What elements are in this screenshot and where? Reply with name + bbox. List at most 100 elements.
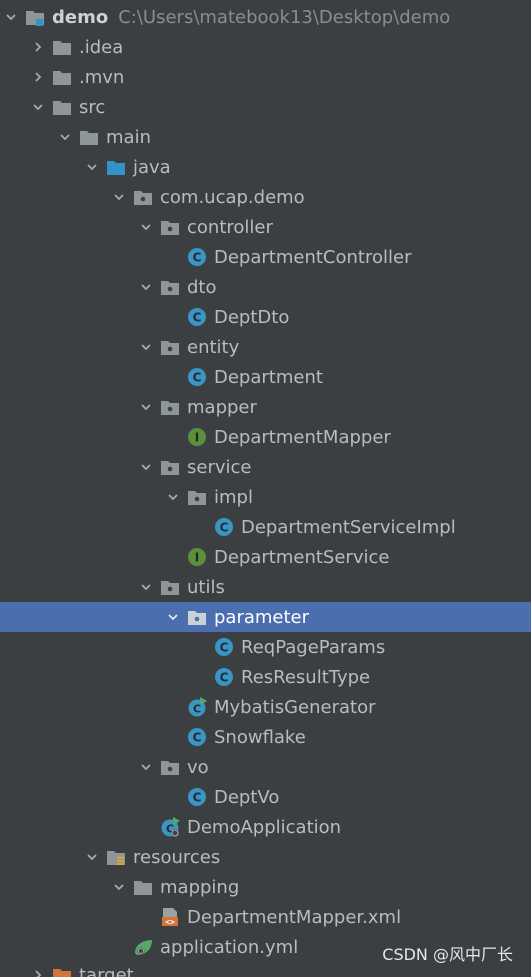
- svg-text:C: C: [193, 251, 202, 265]
- tree-label: DepartmentService: [214, 546, 390, 568]
- chevron-down-icon[interactable]: [137, 752, 155, 782]
- tree-label: main: [106, 126, 151, 148]
- tree-row-req-page-params[interactable]: C ReqPageParams: [0, 632, 531, 662]
- chevron-down-icon[interactable]: [110, 182, 128, 212]
- class-icon: C: [213, 516, 235, 538]
- chevron-down-icon[interactable]: [29, 92, 47, 122]
- xml-file-icon: <>: [159, 906, 181, 928]
- tree-row-parameter[interactable]: parameter: [0, 602, 531, 632]
- tree-row-main[interactable]: main: [0, 122, 531, 152]
- tree-row-mapper[interactable]: mapper: [0, 392, 531, 422]
- svg-text:<>: <>: [165, 918, 175, 927]
- svg-text:I: I: [195, 551, 199, 565]
- tree-row-java[interactable]: java: [0, 152, 531, 182]
- tree-row-mapping[interactable]: mapping: [0, 872, 531, 902]
- tree-label: ReqPageParams: [241, 636, 386, 658]
- tree-label: DemoApplication: [187, 816, 342, 838]
- tree-row-utils[interactable]: utils: [0, 572, 531, 602]
- spring-boot-application-icon: C: [159, 816, 181, 838]
- tree-label: mapper: [187, 396, 257, 418]
- tree-row-resources[interactable]: resources: [0, 842, 531, 872]
- chevron-down-icon[interactable]: [164, 482, 182, 512]
- source-folder-icon: [105, 156, 127, 178]
- tree-row-impl[interactable]: impl: [0, 482, 531, 512]
- folder-icon: [132, 876, 154, 898]
- package-icon: [132, 186, 154, 208]
- tree-label: Snowflake: [214, 726, 306, 748]
- tree-label: DepartmentServiceImpl: [241, 516, 456, 538]
- tree-row-department-controller[interactable]: C DepartmentController: [0, 242, 531, 272]
- tree-label: utils: [187, 576, 225, 598]
- tree-row-deptvo[interactable]: C DeptVo: [0, 782, 531, 812]
- package-icon: [159, 276, 181, 298]
- chevron-down-icon[interactable]: [137, 452, 155, 482]
- tree-row-department-mapper-xml[interactable]: <> DepartmentMapper.xml: [0, 902, 531, 932]
- svg-text:C: C: [193, 371, 202, 385]
- tree-row-src[interactable]: src: [0, 92, 531, 122]
- excluded-folder-icon: [51, 964, 73, 977]
- chevron-down-icon[interactable]: [83, 842, 101, 872]
- tree-row-department-mapper[interactable]: I DepartmentMapper: [0, 422, 531, 452]
- class-icon: C: [186, 366, 208, 388]
- tree-row-controller[interactable]: controller: [0, 212, 531, 242]
- chevron-down-icon[interactable]: [2, 2, 20, 32]
- tree-row-entity[interactable]: entity: [0, 332, 531, 362]
- tree-label: DeptDto: [214, 306, 290, 328]
- tree-label: parameter: [214, 606, 310, 628]
- tree-row-dto[interactable]: dto: [0, 272, 531, 302]
- svg-text:C: C: [193, 703, 201, 716]
- chevron-right-icon[interactable]: [29, 960, 47, 977]
- tree-row-demo[interactable]: demo C:\Users\matebook13\Desktop\demo: [0, 2, 531, 32]
- chevron-down-icon[interactable]: [137, 212, 155, 242]
- tree-row-department-service[interactable]: I DepartmentService: [0, 542, 531, 572]
- chevron-right-icon[interactable]: [29, 62, 47, 92]
- tree-row-department-service-impl[interactable]: C DepartmentServiceImpl: [0, 512, 531, 542]
- folder-icon: [51, 66, 73, 88]
- chevron-down-icon[interactable]: [137, 392, 155, 422]
- chevron-down-icon[interactable]: [137, 272, 155, 302]
- class-icon: C: [186, 786, 208, 808]
- tree-label: target: [79, 964, 134, 977]
- chevron-down-icon[interactable]: [137, 332, 155, 362]
- class-icon: C: [213, 666, 235, 688]
- tree-row-idea[interactable]: .idea: [0, 32, 531, 62]
- folder-icon: [78, 126, 100, 148]
- tree-row-deptdto[interactable]: C DeptDto: [0, 302, 531, 332]
- tree-label: DepartmentMapper: [214, 426, 391, 448]
- svg-text:C: C: [193, 731, 202, 745]
- tree-label: ResResultType: [241, 666, 371, 688]
- tree-label: controller: [187, 216, 273, 238]
- interface-icon: I: [186, 546, 208, 568]
- tree-label: Department: [214, 366, 323, 388]
- tree-label: MybatisGenerator: [214, 696, 376, 718]
- tree-row-mybatis-generator[interactable]: C MybatisGenerator: [0, 692, 531, 722]
- project-name: demo: [52, 6, 109, 28]
- tree-row-vo[interactable]: vo: [0, 752, 531, 782]
- tree-row-mvn[interactable]: .mvn: [0, 62, 531, 92]
- runnable-class-icon: C: [186, 696, 208, 718]
- chevron-down-icon[interactable]: [137, 572, 155, 602]
- chevron-down-icon[interactable]: [56, 122, 74, 152]
- package-icon: [186, 606, 208, 628]
- tree-label: java: [133, 156, 171, 178]
- chevron-down-icon[interactable]: [110, 872, 128, 902]
- tree-label: vo: [187, 756, 209, 778]
- tree-row-package-root[interactable]: com.ucap.demo: [0, 182, 531, 212]
- svg-text:I: I: [195, 431, 199, 445]
- resources-folder-icon: [105, 846, 127, 868]
- chevron-down-icon[interactable]: [164, 602, 182, 632]
- class-icon: C: [186, 726, 208, 748]
- chevron-down-icon[interactable]: [83, 152, 101, 182]
- tree-row-demo-application[interactable]: C DemoApplication: [0, 812, 531, 842]
- tree-row-department[interactable]: C Department: [0, 362, 531, 392]
- tree-label: mapping: [160, 876, 240, 898]
- chevron-right-icon[interactable]: [29, 32, 47, 62]
- tree-row-res-result-type[interactable]: C ResResultType: [0, 662, 531, 692]
- tree-row-service[interactable]: service: [0, 452, 531, 482]
- tree-row-snowflake[interactable]: C Snowflake: [0, 722, 531, 752]
- package-icon: [159, 396, 181, 418]
- tree-label: DeptVo: [214, 786, 280, 808]
- project-tree: demo C:\Users\matebook13\Desktop\demo .i…: [0, 0, 531, 977]
- tree-label: src: [79, 96, 106, 118]
- folder-icon: [51, 36, 73, 58]
